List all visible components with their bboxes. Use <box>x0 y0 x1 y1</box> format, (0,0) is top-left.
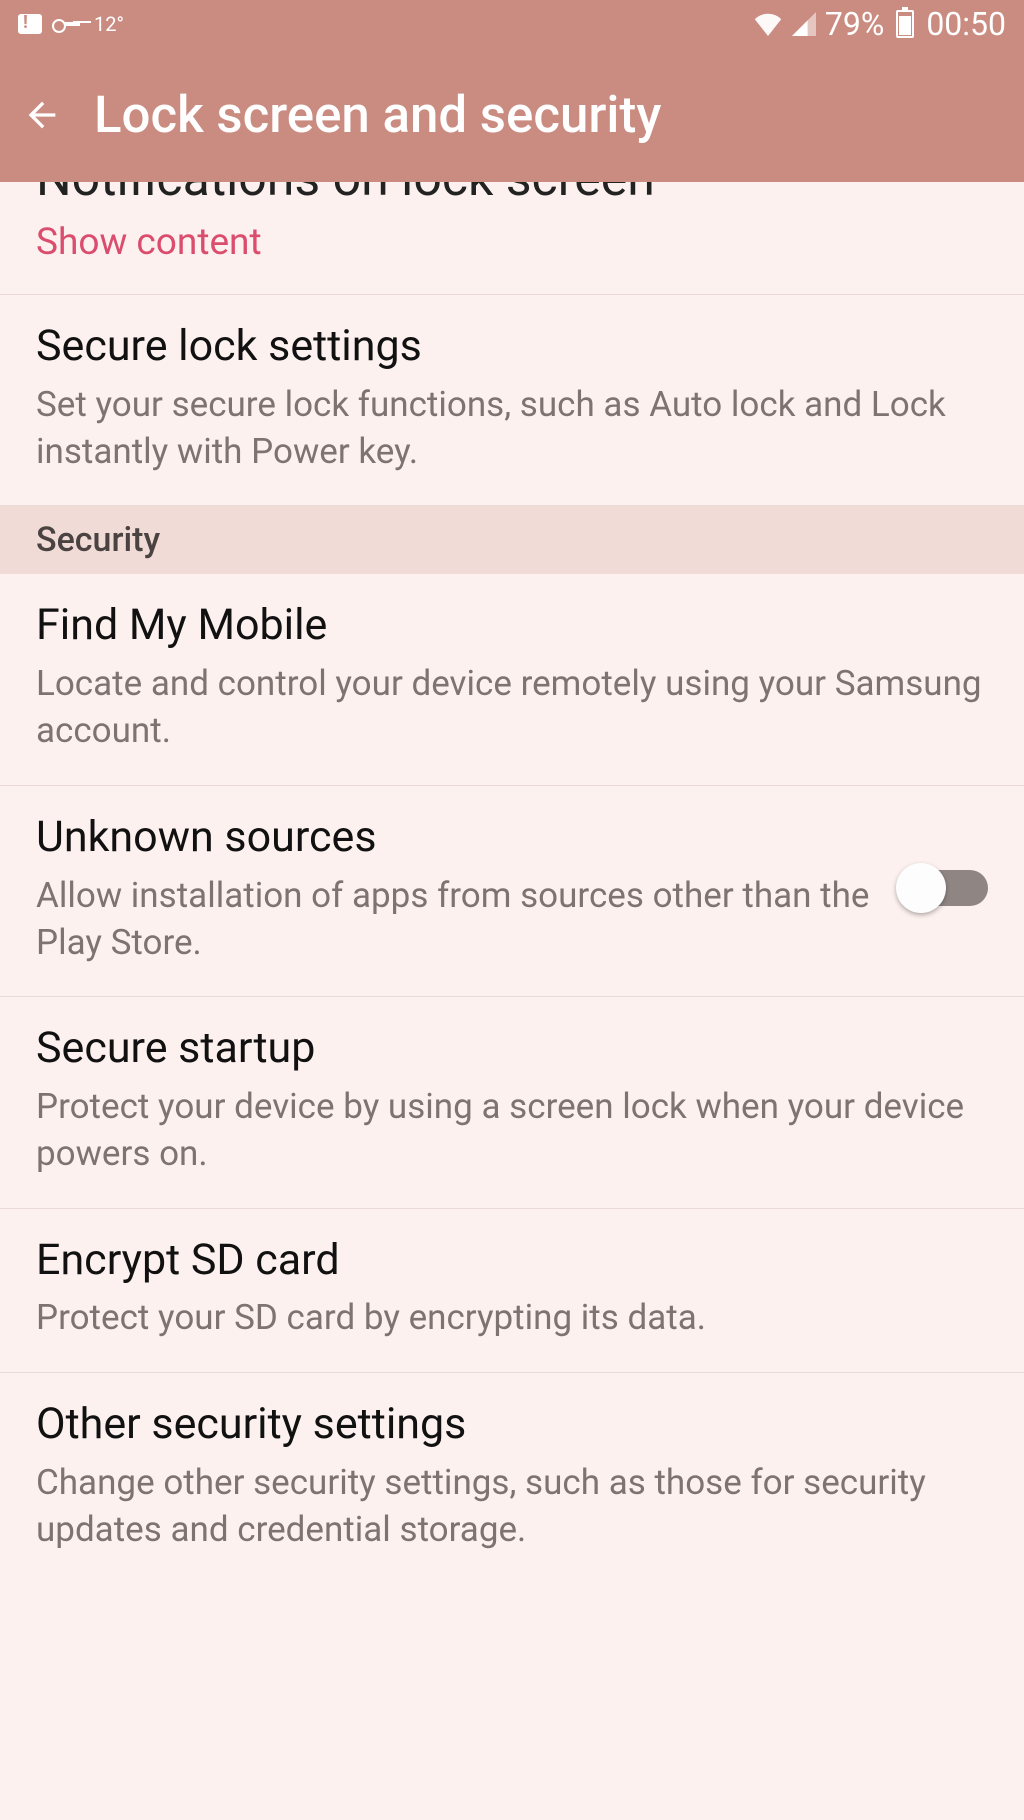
item-subtitle: Allow installation of apps from sources … <box>36 872 882 967</box>
back-button[interactable] <box>20 93 64 137</box>
toggle-knob <box>896 863 946 913</box>
item-encrypt-sd-card[interactable]: Encrypt SD card Protect your SD card by … <box>0 1209 1024 1373</box>
item-title: Notifications on lock screen <box>36 182 988 212</box>
wifi-icon <box>753 12 783 36</box>
item-title: Find My Mobile <box>36 598 988 654</box>
arrow-back-icon <box>22 95 62 135</box>
signal-icon <box>791 12 817 36</box>
item-title: Secure lock settings <box>36 319 988 375</box>
battery-percent: 79% <box>825 5 884 43</box>
item-subtitle: Protect your SD card by encrypting its d… <box>36 1294 988 1341</box>
item-title: Unknown sources <box>36 810 882 866</box>
unknown-sources-toggle[interactable] <box>902 870 988 906</box>
item-subtitle: Locate and control your device remotely … <box>36 660 988 755</box>
item-subtitle: Show content <box>36 218 988 268</box>
section-header-security: Security <box>0 506 1024 574</box>
item-other-security-settings[interactable]: Other security settings Change other sec… <box>0 1373 1024 1583</box>
clock: 00:50 <box>926 5 1006 43</box>
app-bar: Lock screen and security <box>0 48 1024 182</box>
item-subtitle: Protect your device by using a screen lo… <box>36 1083 988 1178</box>
item-title: Secure startup <box>36 1021 988 1077</box>
item-find-my-mobile[interactable]: Find My Mobile Locate and control your d… <box>0 574 1024 785</box>
page-title: Lock screen and security <box>94 86 661 145</box>
item-secure-lock-settings[interactable]: Secure lock settings Set your secure loc… <box>0 295 1024 506</box>
temperature-indicator: 12° <box>94 12 124 36</box>
item-subtitle: Set your secure lock functions, such as … <box>36 381 988 476</box>
item-notifications-lockscreen[interactable]: Notifications on lock screen Show conten… <box>0 182 1024 295</box>
status-bar: 12° 79% 00:50 <box>0 0 1024 48</box>
item-unknown-sources[interactable]: Unknown sources Allow installation of ap… <box>0 786 1024 997</box>
item-secure-startup[interactable]: Secure startup Protect your device by us… <box>0 997 1024 1208</box>
item-title: Other security settings <box>36 1397 988 1453</box>
settings-list[interactable]: Notifications on lock screen Show conten… <box>0 182 1024 1583</box>
status-left: 12° <box>18 12 124 36</box>
battery-icon <box>896 10 914 38</box>
sim-alert-icon <box>18 14 42 34</box>
item-subtitle: Change other security settings, such as … <box>36 1459 988 1554</box>
item-title: Encrypt SD card <box>36 1233 988 1289</box>
vpn-key-icon <box>52 18 80 30</box>
status-right: 79% 00:50 <box>753 5 1006 43</box>
